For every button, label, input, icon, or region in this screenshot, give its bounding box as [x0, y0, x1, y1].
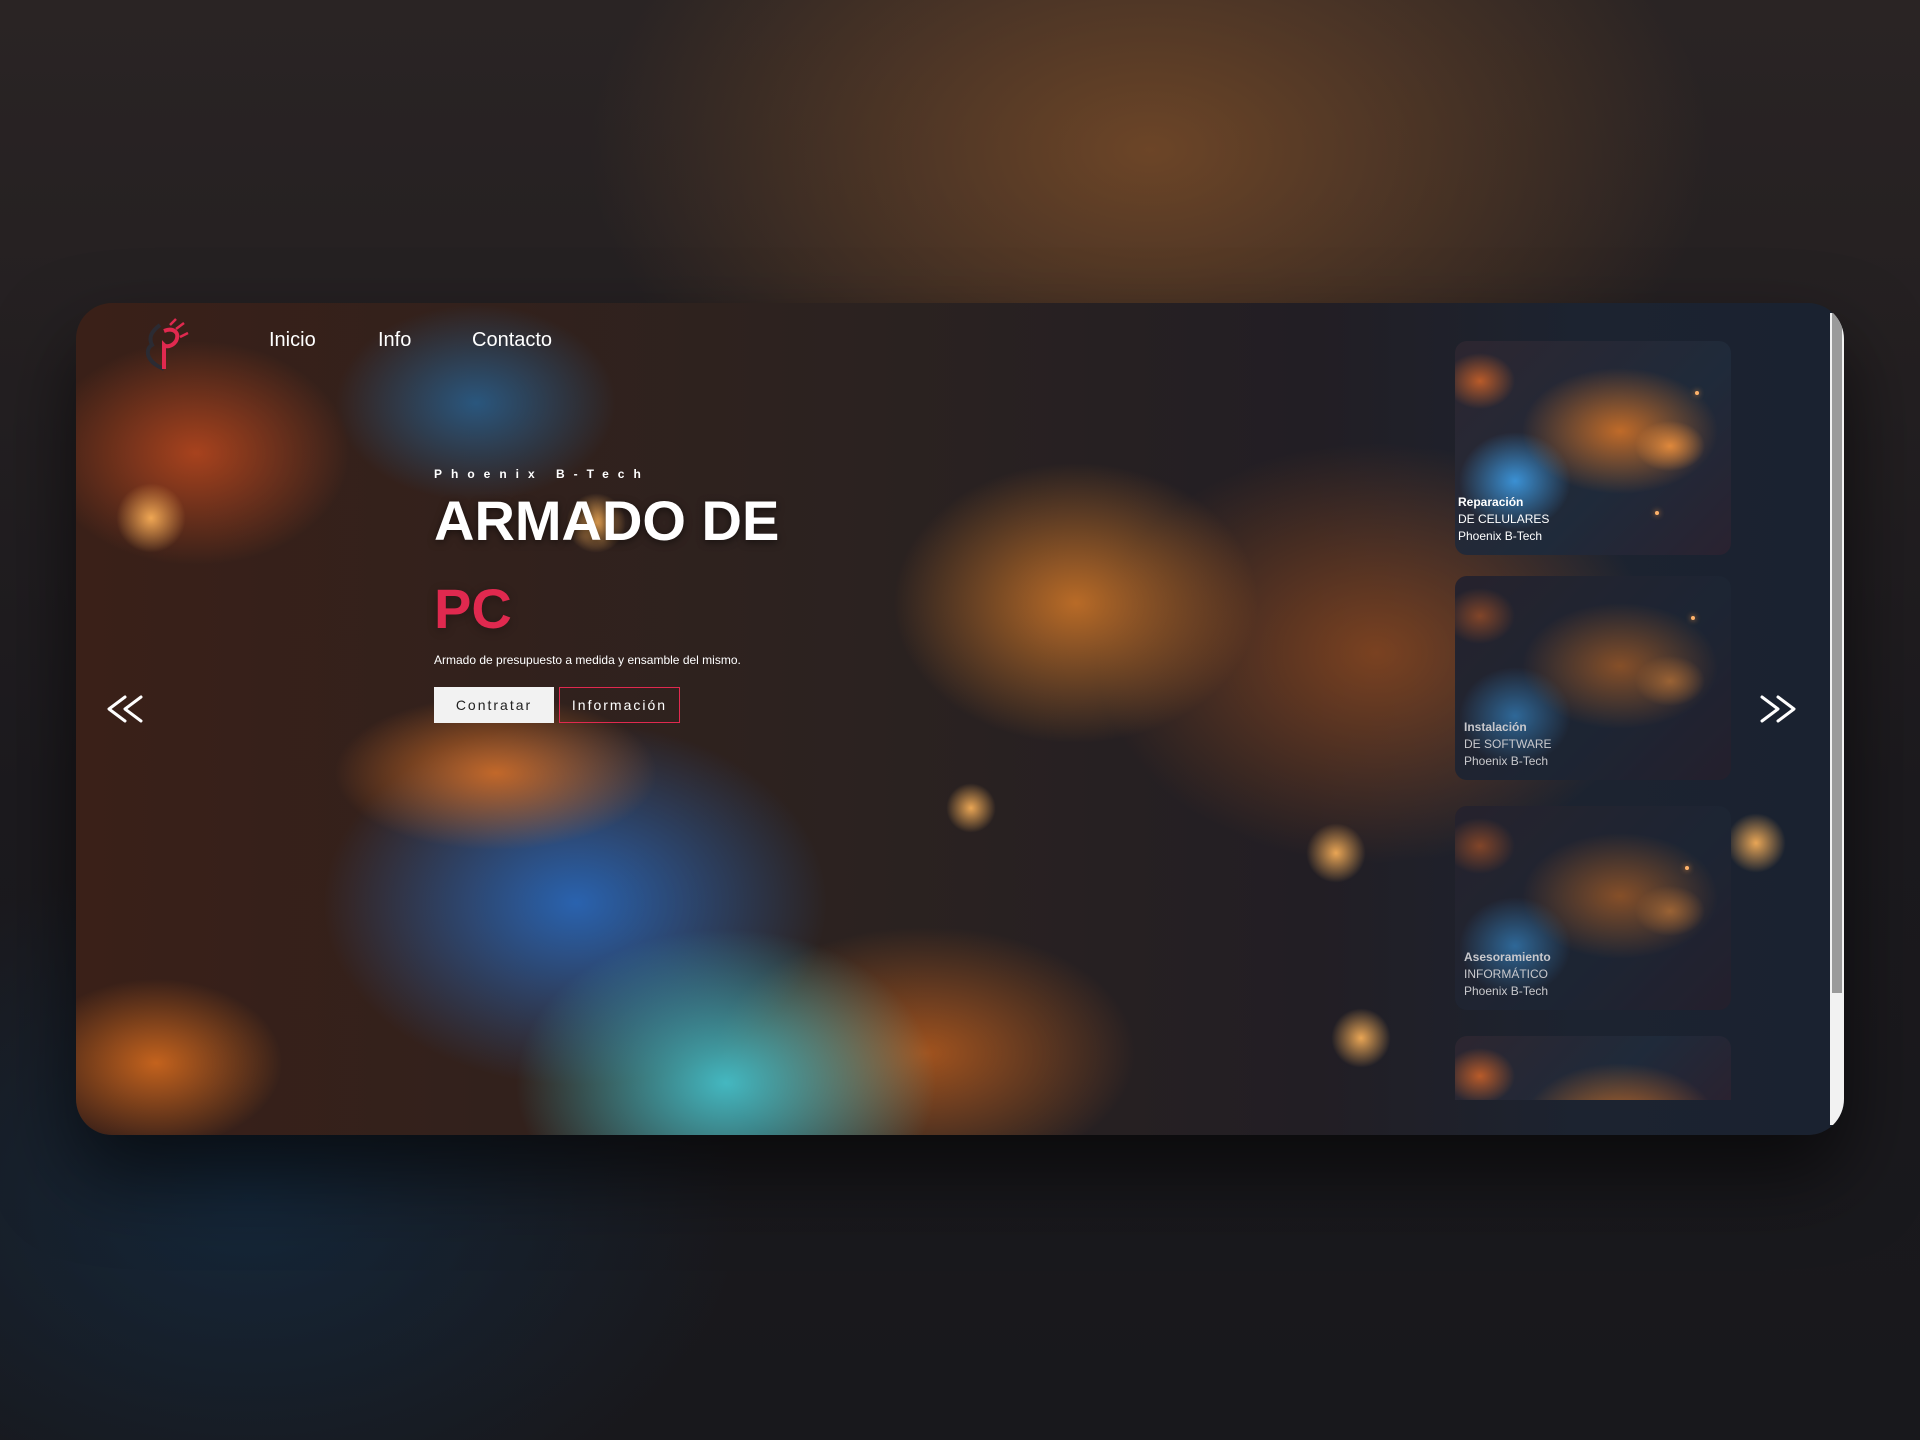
phoenix-logo[interactable] [130, 317, 190, 377]
carousel-card-instalacion[interactable]: Instalación DE SOFTWARE Phoenix B-Tech [1455, 576, 1731, 780]
bokeh-light [1331, 1008, 1391, 1068]
nav-link-info[interactable]: Info [378, 329, 411, 352]
double-chevron-left-icon[interactable] [103, 689, 149, 729]
bokeh-light [1726, 813, 1786, 873]
hero-headline-accent: PC [434, 577, 512, 640]
nav-link-contacto[interactable]: Contacto [472, 329, 552, 352]
card-title: Reparación [1458, 495, 1524, 509]
card-subtitle: DE SOFTWARE [1464, 737, 1552, 751]
carousel-card-reparacion[interactable]: Reparación DE CELULARES Phoenix B-Tech [1455, 341, 1731, 555]
contratar-button[interactable]: Contratar [434, 687, 554, 723]
card-subtitle: DE CELULARES [1458, 512, 1550, 526]
card-title: Instalación [1464, 720, 1527, 734]
card-brand: Phoenix B-Tech [1458, 529, 1543, 543]
brand-eyebrow: Phoenix B-Tech [434, 467, 650, 481]
double-chevron-right-icon[interactable] [1754, 689, 1800, 729]
carousel-card-partial[interactable] [1455, 1036, 1731, 1100]
hero-headline: ARMADO DE [434, 489, 780, 552]
spark-decoration [1685, 866, 1689, 870]
bokeh-light [116, 483, 186, 553]
carousel-card-asesoramiento[interactable]: Asesoramiento INFORMÁTICO Phoenix B-Tech [1455, 806, 1731, 1010]
card-brand: Phoenix B-Tech [1464, 984, 1549, 998]
hero-subtitle: Armado de presupuesto a medida y ensambl… [434, 653, 741, 667]
card-caption: Asesoramiento INFORMÁTICO Phoenix B-Tech [1464, 949, 1551, 1000]
bokeh-light [1306, 823, 1366, 883]
scrollbar[interactable] [1830, 313, 1844, 1125]
card-caption: Reparación DE CELULARES Phoenix B-Tech [1458, 494, 1549, 545]
card-brand: Phoenix B-Tech [1464, 754, 1549, 768]
informacion-button[interactable]: Información [559, 687, 680, 723]
card-subtitle: INFORMÁTICO [1464, 967, 1548, 981]
spark-decoration [1695, 391, 1699, 395]
spark-decoration [1691, 616, 1695, 620]
card-title: Asesoramiento [1464, 950, 1551, 964]
bokeh-light [946, 783, 996, 833]
spark-decoration [1655, 511, 1659, 515]
hero-window: Inicio Info Contacto Phoenix B-Tech ARMA… [76, 303, 1844, 1135]
card-caption: Instalación DE SOFTWARE Phoenix B-Tech [1464, 719, 1552, 770]
scrollbar-thumb[interactable] [1832, 313, 1842, 993]
nav-link-inicio[interactable]: Inicio [269, 329, 316, 352]
